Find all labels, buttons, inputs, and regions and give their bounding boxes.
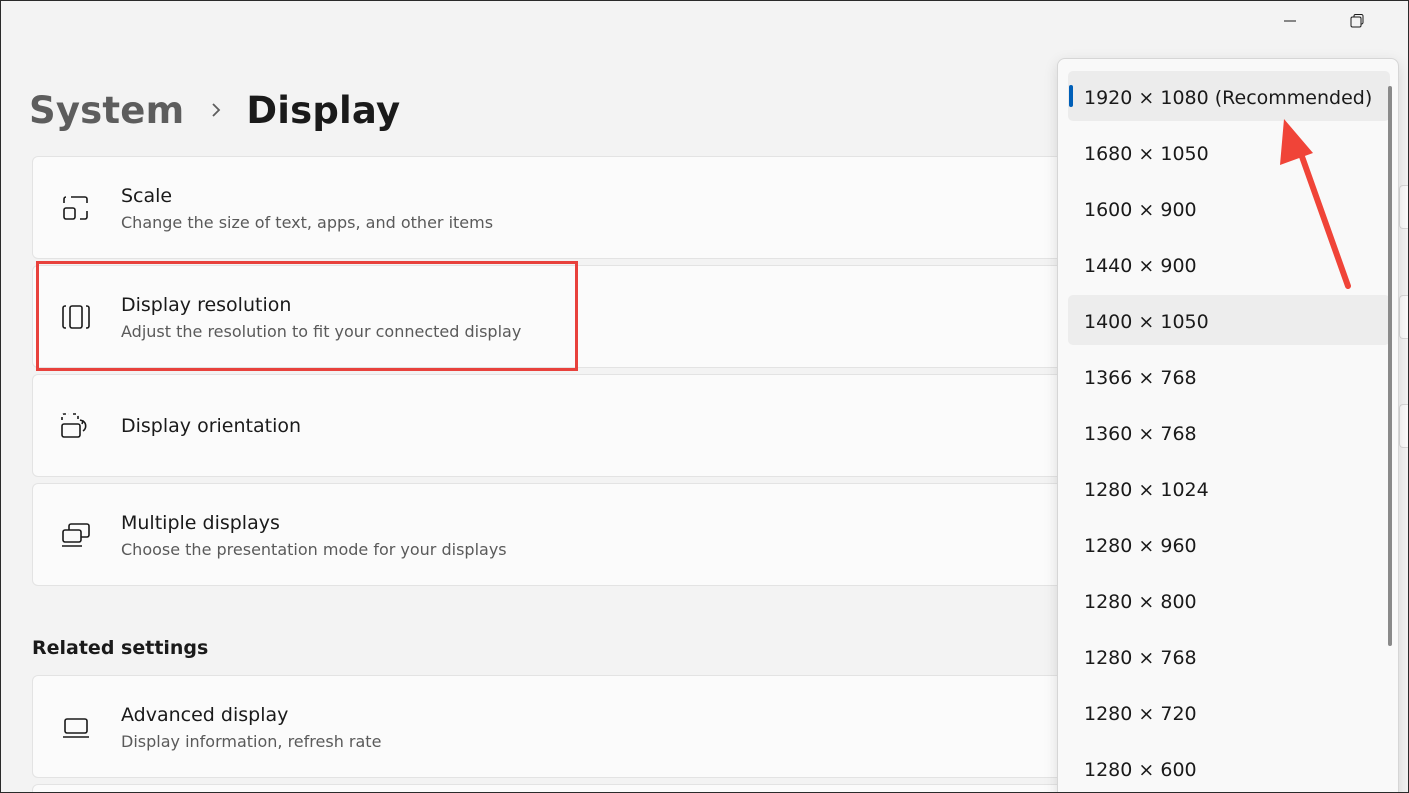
page-title: Display — [246, 88, 401, 132]
multiple-displays-title: Multiple displays — [121, 512, 280, 534]
breadcrumb: System Display — [29, 85, 400, 135]
minimize-icon — [1283, 14, 1297, 28]
resolution-control-edge[interactable] — [1399, 295, 1408, 339]
resolution-options-list: 1920 × 1080 (Recommended) 1680 × 1050 16… — [1058, 70, 1398, 792]
resolution-option[interactable]: 1280 × 800 — [1058, 574, 1398, 630]
resolution-option[interactable]: 1280 × 600 — [1058, 742, 1398, 792]
resolution-option[interactable]: 1360 × 768 — [1058, 406, 1398, 462]
resolution-option[interactable]: 1280 × 720 — [1058, 686, 1398, 742]
display-resolution-subtitle: Adjust the resolution to fit your connec… — [121, 322, 522, 341]
scale-card[interactable]: Scale Change the size of text, apps, and… — [32, 156, 1132, 259]
breadcrumb-system[interactable]: System — [29, 89, 184, 132]
orientation-icon — [59, 409, 93, 443]
orientation-control-edge[interactable] — [1399, 404, 1408, 448]
display-resolution-title: Display resolution — [121, 294, 292, 316]
resolution-option[interactable]: 1680 × 1050 — [1058, 126, 1398, 182]
resolution-option[interactable]: 1920 × 1080 (Recommended) — [1058, 70, 1398, 126]
advanced-display-title: Advanced display — [121, 704, 289, 726]
selected-indicator — [1069, 85, 1073, 107]
resolution-dropdown[interactable]: 1920 × 1080 (Recommended) 1680 × 1050 16… — [1057, 58, 1399, 792]
advanced-display-subtitle: Display information, refresh rate — [121, 732, 382, 751]
minimize-button[interactable] — [1267, 7, 1313, 35]
scale-subtitle: Change the size of text, apps, and other… — [121, 213, 494, 232]
resolution-icon — [59, 300, 93, 334]
resolution-option[interactable]: 1366 × 768 — [1058, 350, 1398, 406]
scale-control-edge[interactable] — [1399, 185, 1408, 229]
scale-icon — [59, 191, 93, 225]
multiple-displays-card[interactable]: Multiple displays Choose the presentatio… — [32, 483, 1132, 586]
restore-icon — [1349, 13, 1365, 29]
dropdown-scrollbar[interactable] — [1388, 86, 1392, 646]
display-resolution-card[interactable]: Display resolution Adjust the resolution… — [32, 265, 1132, 368]
multiple-displays-subtitle: Choose the presentation mode for your di… — [121, 540, 507, 559]
advanced-display-card[interactable]: Advanced display Display information, re… — [32, 675, 1132, 778]
resolution-option[interactable]: 1280 × 768 — [1058, 630, 1398, 686]
resolution-option[interactable]: 1600 × 900 — [1058, 182, 1398, 238]
monitor-icon — [59, 710, 93, 744]
scale-title: Scale — [121, 185, 173, 207]
display-orientation-title: Display orientation — [121, 415, 302, 437]
settings-window: System Display Scale Change the size of … — [0, 0, 1409, 793]
resolution-option[interactable]: 1400 × 1050 — [1058, 294, 1398, 350]
multiple-displays-icon — [59, 518, 93, 552]
resolution-option[interactable]: 1280 × 960 — [1058, 518, 1398, 574]
related-settings-heading: Related settings — [32, 637, 209, 659]
display-orientation-card[interactable]: Display orientation — [32, 374, 1132, 477]
resolution-option[interactable]: 1280 × 1024 — [1058, 462, 1398, 518]
chevron-right-icon — [210, 101, 222, 119]
resolution-option[interactable]: 1440 × 900 — [1058, 238, 1398, 294]
next-card-partial[interactable] — [32, 784, 1132, 792]
restore-button[interactable] — [1334, 7, 1380, 35]
